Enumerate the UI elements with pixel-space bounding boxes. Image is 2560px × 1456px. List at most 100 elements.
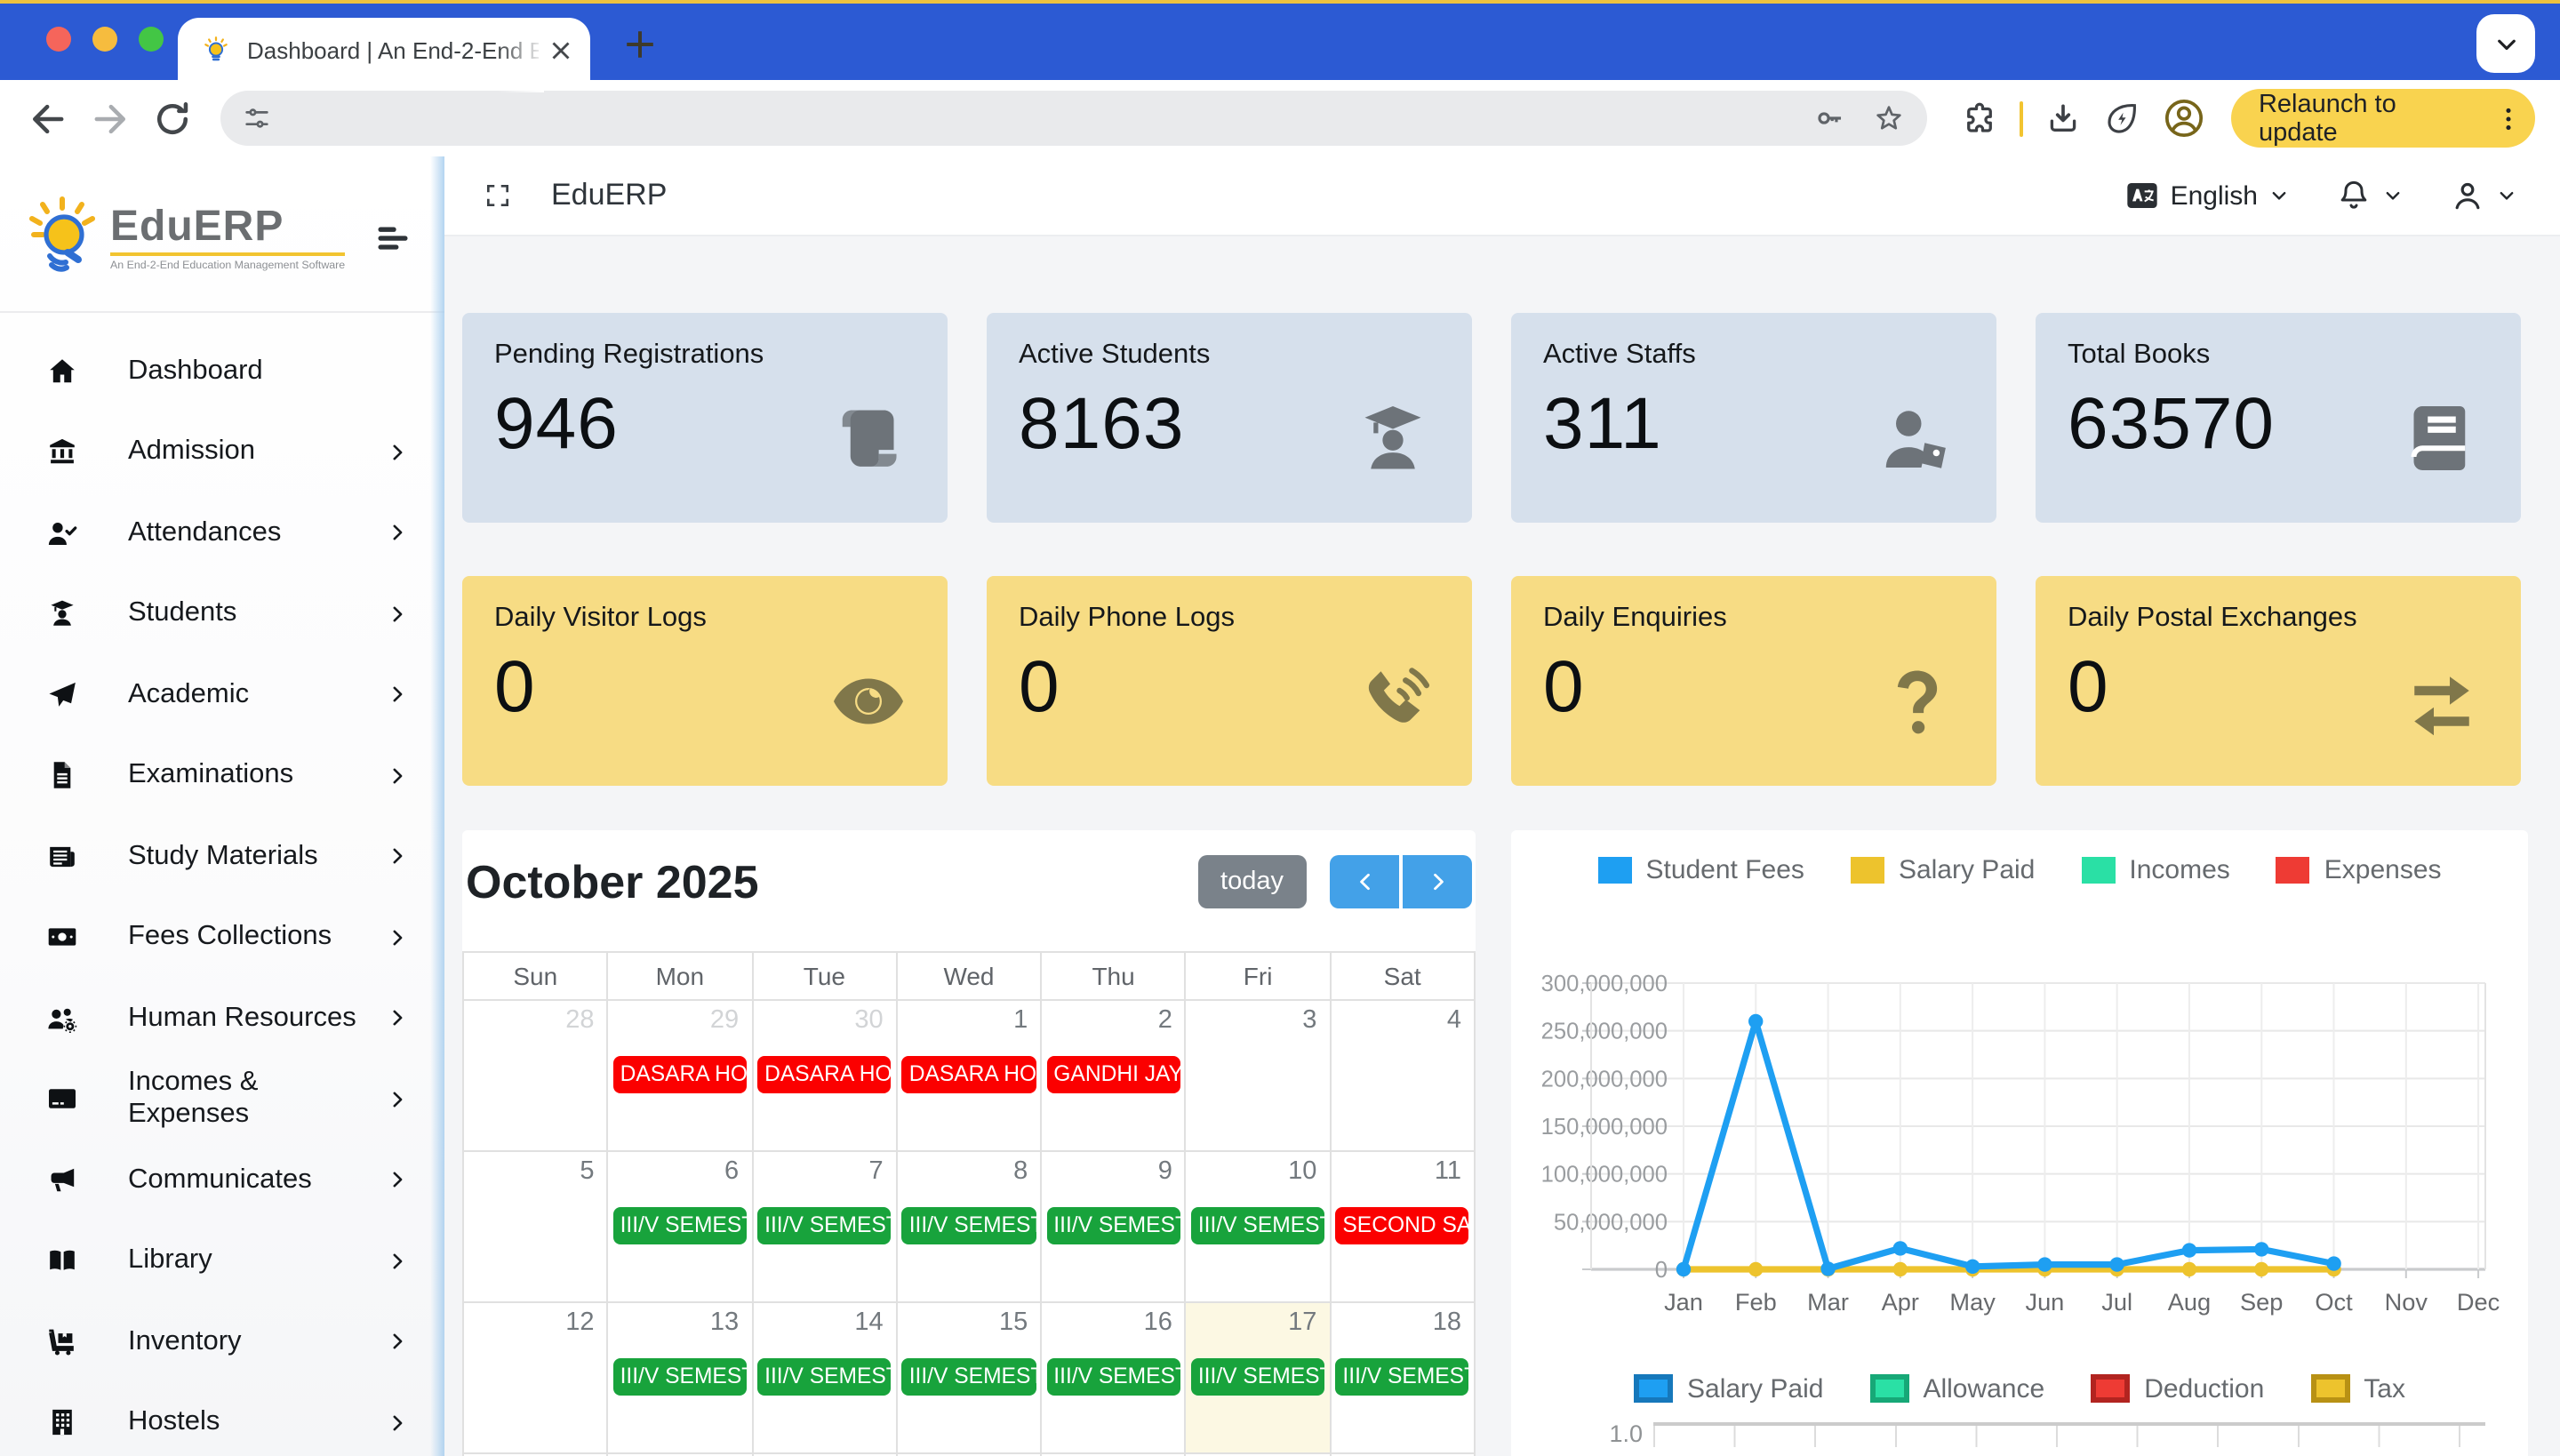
sidebar-item-hostels[interactable]: Hostels xyxy=(0,1382,444,1456)
browser-tab[interactable]: Dashboard | An End-2-End Ed xyxy=(178,18,590,84)
address-bar[interactable] xyxy=(220,91,1926,146)
sidebar-item-human-resources[interactable]: Human Resources xyxy=(0,978,444,1059)
calendar-day-cell[interactable]: 18III/V SEMESTE xyxy=(1331,1303,1476,1454)
close-window-button[interactable] xyxy=(46,27,71,52)
calendar-day-number: 1 xyxy=(898,1001,1041,1035)
calendar-day-number: 14 xyxy=(753,1303,896,1337)
calendar-day-cell[interactable]: 4 xyxy=(1331,1001,1476,1152)
site-settings-icon[interactable] xyxy=(242,103,272,133)
sidebar-toggle-hamburger-icon[interactable] xyxy=(373,218,412,257)
titlebar: Dashboard | An End-2-End Ed xyxy=(0,0,2560,80)
maximize-window-button[interactable] xyxy=(139,27,164,52)
page-title: EduERP xyxy=(551,178,667,213)
url-input[interactable] xyxy=(272,103,1788,133)
calendar-event[interactable]: III/V SEMESTE xyxy=(1046,1358,1180,1396)
calendar-day-cell[interactable]: 2GANDHI JAYA xyxy=(1042,1001,1187,1152)
calendar-event[interactable]: III/V SEMESTE xyxy=(1046,1207,1180,1244)
back-button[interactable] xyxy=(25,95,71,141)
payroll-y-tick: 1.0 xyxy=(1525,1422,1653,1447)
calendar-day-cell[interactable]: 13III/V SEMESTE xyxy=(609,1303,754,1454)
finance-line-chart: 300,000,000250,000,000200,000,000150,000… xyxy=(1525,912,2514,1339)
users-gear-icon xyxy=(46,1003,78,1035)
legend-item-tax: Tax xyxy=(2310,1373,2405,1404)
sidebar-item-dashboard[interactable]: Dashboard xyxy=(0,331,444,412)
calendar-day-cell[interactable]: 5 xyxy=(464,1152,609,1303)
calendar-day-cell[interactable]: 9III/V SEMESTE xyxy=(1042,1152,1187,1303)
calendar-day-cell[interactable]: 14 III/V SEMESTE xyxy=(753,1303,898,1454)
calendar-event[interactable]: III/V SEMESTE xyxy=(613,1207,748,1244)
fullscreen-expand-icon[interactable] xyxy=(484,181,512,210)
calendar-day-cell[interactable]: 7III/V SEMESTE xyxy=(753,1152,898,1303)
user-menu[interactable] xyxy=(2450,178,2517,213)
calendar-day-cell[interactable]: 1 DASARA HOL xyxy=(898,1001,1043,1152)
log-cards-row: Daily Visitor Logs0Daily Phone Logs0Dail… xyxy=(462,576,2528,786)
profile-avatar-icon[interactable] xyxy=(2163,96,2207,140)
calendar-event[interactable]: III/V SEMESTE xyxy=(1335,1358,1469,1396)
calendar-event[interactable]: III/V SEMESTE xyxy=(613,1358,748,1396)
calendar-event[interactable]: III/V SEMESTE xyxy=(1191,1358,1325,1396)
minimize-window-button[interactable] xyxy=(92,27,117,52)
sidebar-item-fees-collections[interactable]: Fees Collections xyxy=(0,897,444,978)
calendar-event[interactable]: GANDHI JAYA xyxy=(1046,1056,1180,1093)
calendar-day-cell[interactable]: 8III/V SEMESTE xyxy=(898,1152,1043,1303)
sidebar-item-incomes-expenses[interactable]: Incomes & Expenses xyxy=(0,1059,444,1140)
calendar-today-button[interactable]: today xyxy=(1197,855,1307,908)
calendar-event[interactable]: III/V SEMESTE xyxy=(902,1207,1036,1244)
chevron-right-icon xyxy=(386,1412,409,1435)
calendar-day-cell[interactable]: 11SECOND SATU xyxy=(1331,1152,1476,1303)
student-fees-line xyxy=(1684,1021,2334,1269)
browser-toolbar: Relaunch to update xyxy=(0,80,2560,156)
calendar-day-cell[interactable]: 15III/V SEMESTE xyxy=(898,1303,1043,1454)
password-key-icon[interactable] xyxy=(1812,101,1846,135)
calendar-next-button[interactable] xyxy=(1403,855,1472,908)
sidebar-item-examinations[interactable]: Examinations xyxy=(0,735,444,816)
sidebar-item-admission[interactable]: Admission xyxy=(0,412,444,492)
sidebar-item-library[interactable]: Library xyxy=(0,1220,444,1301)
calendar-event[interactable]: III/V SEMESTE xyxy=(757,1207,892,1244)
sidebar-item-study-materials[interactable]: Study Materials xyxy=(0,816,444,897)
calendar-day-cell[interactable]: 10III/V SEMESTE xyxy=(1187,1152,1332,1303)
language-selector[interactable]: English xyxy=(2124,178,2290,213)
forward-button[interactable] xyxy=(87,95,133,141)
downloads-icon[interactable] xyxy=(2045,100,2083,137)
sidebar-item-communicates[interactable]: Communicates xyxy=(0,1140,444,1220)
new-tab-button[interactable] xyxy=(619,23,661,66)
extensions-puzzle-icon[interactable] xyxy=(1960,100,1997,137)
calendar-event[interactable]: SECOND SATU xyxy=(1335,1207,1469,1244)
calendar-day-cell[interactable]: 17III/V SEMESTE xyxy=(1187,1303,1332,1454)
question-icon xyxy=(1877,661,1957,741)
calendar-day-cell[interactable]: 12 xyxy=(464,1303,609,1454)
svg-text:Apr: Apr xyxy=(1882,1288,1919,1316)
notifications-menu[interactable] xyxy=(2336,178,2404,213)
relaunch-to-update-button[interactable]: Relaunch to update xyxy=(2232,89,2535,148)
bookmark-star-icon[interactable] xyxy=(1871,101,1905,135)
card-daily-phone-logs: Daily Phone Logs0 xyxy=(987,576,1472,786)
calendar-event[interactable]: DASARA HOL xyxy=(613,1056,748,1093)
calendar-event[interactable]: DASARA HOL xyxy=(902,1056,1036,1093)
sidebar-item-students[interactable]: Students xyxy=(0,573,444,654)
reload-button[interactable] xyxy=(149,95,196,141)
calendar-day-cell[interactable]: 6III/V SEMESTE xyxy=(609,1152,754,1303)
sidebar-item-academic[interactable]: Academic xyxy=(0,654,444,735)
calendar-day-cell[interactable]: 16III/V SEMESTE xyxy=(1042,1303,1187,1454)
calendar-day-cell[interactable]: 29DASARA HOL xyxy=(609,1001,754,1152)
tab-close-icon[interactable] xyxy=(546,36,576,66)
svg-text:150,000,000: 150,000,000 xyxy=(1541,1115,1668,1140)
calendar-event[interactable]: DASARA HOL xyxy=(757,1056,892,1093)
calendar-day-cell[interactable]: 30DASARA HOL xyxy=(753,1001,898,1152)
calendar-event[interactable]: III/V SEMESTE xyxy=(757,1358,892,1396)
energy-saver-leaf-icon[interactable] xyxy=(2104,100,2141,137)
sidebar-item-inventory[interactable]: Inventory xyxy=(0,1301,444,1382)
calendar-day-header: Sat xyxy=(1331,953,1476,1001)
calendar-event[interactable]: III/V SEMESTE xyxy=(1191,1207,1325,1244)
calendar-prev-button[interactable] xyxy=(1330,855,1399,908)
brand-logo[interactable]: EduERP An End-2-End Education Management… xyxy=(25,193,345,282)
calendar-event[interactable]: III/V SEMESTE xyxy=(902,1358,1036,1396)
calendar-day-cell[interactable]: 3 xyxy=(1187,1001,1332,1152)
chevron-right-icon xyxy=(386,926,409,949)
calendar-day-cell[interactable]: 28 xyxy=(464,1001,609,1152)
sidebar-item-attendances[interactable]: Attendances xyxy=(0,492,444,573)
user-icon xyxy=(2450,178,2485,213)
tab-search-button[interactable] xyxy=(2476,14,2535,73)
browser-menu-dots-icon[interactable] xyxy=(2492,102,2524,134)
